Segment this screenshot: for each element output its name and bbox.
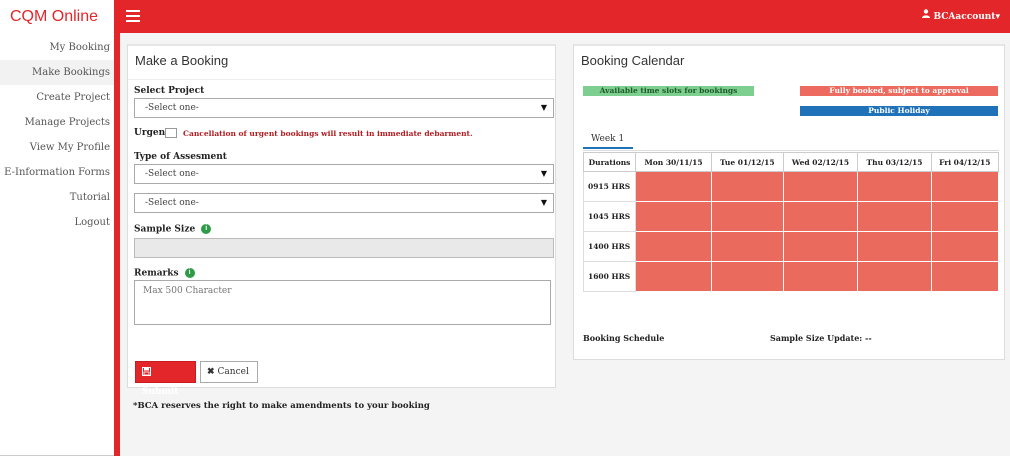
close-icon: ✖ xyxy=(207,367,215,377)
sidebar-item-tutorial[interactable]: Tutorial xyxy=(0,185,117,210)
project-select[interactable]: -Select one- ▼ xyxy=(134,98,554,118)
assessment-subtype-value: -Select one- xyxy=(145,198,199,208)
time-slot-cell[interactable] xyxy=(711,201,784,232)
time-slot-cell[interactable] xyxy=(930,261,1000,292)
time-slot-row: 1400 HRS xyxy=(583,231,1000,262)
brand-logo[interactable]: CQM Online xyxy=(0,0,117,33)
amendment-note: *BCA reserves the right to make amendmen… xyxy=(133,401,430,411)
calendar-title: Booking Calendar xyxy=(581,53,685,68)
remarks-label: Remarks i xyxy=(134,268,195,279)
cancel-button[interactable]: ✖ Cancel xyxy=(200,361,258,383)
time-label: 1400 HRS xyxy=(583,231,636,262)
time-slot-row: 1045 HRS xyxy=(583,201,1000,232)
assessment-type-select[interactable]: -Select one- ▼ xyxy=(134,164,554,184)
top-header: BCAaccount▾ xyxy=(114,0,1010,33)
tab-week-1[interactable]: Week 1 xyxy=(583,129,633,149)
caret-down-icon: ▼ xyxy=(540,198,547,207)
sample-size-input xyxy=(134,238,554,258)
legend-fully-booked: Fully booked, subject to approval xyxy=(800,86,998,96)
remarks-textarea[interactable] xyxy=(134,280,551,325)
menu-toggle-icon[interactable] xyxy=(126,10,140,22)
time-slot-cell[interactable] xyxy=(782,261,859,292)
project-select-value: -Select one- xyxy=(145,103,199,113)
booking-form-title: Make a Booking xyxy=(128,46,555,80)
account-label: BCAaccount xyxy=(933,12,996,22)
time-slot-cell[interactable] xyxy=(782,201,859,232)
tab-divider xyxy=(583,150,999,151)
urgent-checkbox[interactable] xyxy=(165,128,177,138)
time-slot-cell[interactable] xyxy=(711,171,784,202)
info-icon[interactable]: i xyxy=(184,268,195,278)
time-slot-cell[interactable] xyxy=(857,231,932,262)
caret-down-icon: ▼ xyxy=(540,103,547,112)
sidebar-item-make-bookings[interactable]: Make Bookings xyxy=(0,60,117,85)
account-menu[interactable]: BCAaccount▾ xyxy=(921,0,1000,33)
sidebar: CQM Online My Booking Make Bookings Crea… xyxy=(0,0,118,456)
time-slot-cell[interactable] xyxy=(930,231,1000,262)
remarks-label-text: Remarks xyxy=(134,268,179,279)
time-slot-cell[interactable] xyxy=(634,231,713,262)
time-label: 0915 HRS xyxy=(583,171,636,202)
info-icon[interactable]: i xyxy=(201,224,212,234)
caret-down-icon: ▼ xyxy=(540,169,547,178)
time-slot-cell[interactable] xyxy=(930,171,1000,202)
time-slot-cell[interactable] xyxy=(782,171,859,202)
time-slot-cell[interactable] xyxy=(930,201,1000,232)
time-slot-row: 0915 HRS xyxy=(583,171,1000,202)
column-header-day: Fri 04/12/15 xyxy=(930,152,1000,172)
sidebar-item-logout[interactable]: Logout xyxy=(0,210,117,235)
submit-label: Submit xyxy=(142,387,179,397)
user-icon xyxy=(921,0,930,33)
assessment-subtype-select[interactable]: -Select one- ▼ xyxy=(134,193,554,213)
sidebar-item-my-booking[interactable]: My Booking xyxy=(0,35,117,60)
booking-form-panel: Make a Booking Select Project -Select on… xyxy=(127,44,556,397)
chevron-down-icon: ▾ xyxy=(995,12,1000,22)
cancel-label: Cancel xyxy=(217,367,249,377)
time-slot-cell[interactable] xyxy=(782,231,859,262)
time-slot-cell[interactable] xyxy=(634,201,713,232)
time-slot-row: 1600 HRS xyxy=(583,261,1000,292)
column-header-durations: Durations xyxy=(583,152,636,172)
booking-calendar-panel: Booking Calendar Available time slots fo… xyxy=(573,44,1005,360)
sidebar-item-create-project[interactable]: Create Project xyxy=(0,85,117,110)
booking-schedule-label: Booking Schedule xyxy=(583,333,665,343)
sample-size-update-label: Sample Size Update: -- xyxy=(770,333,872,343)
sample-size-label: Sample Size i xyxy=(134,224,212,235)
sidebar-item-e-information-forms[interactable]: E-Information Forms xyxy=(0,160,117,185)
time-label: 1045 HRS xyxy=(583,201,636,232)
time-slot-cell[interactable] xyxy=(711,261,784,292)
time-slot-cell[interactable] xyxy=(634,171,713,202)
calendar-table: Durations Mon 30/11/15 Tue 01/12/15 Wed … xyxy=(583,152,1000,292)
column-header-day: Tue 01/12/15 xyxy=(711,152,784,172)
time-slot-cell[interactable] xyxy=(857,261,932,292)
calendar-header-row: Durations Mon 30/11/15 Tue 01/12/15 Wed … xyxy=(583,152,1000,172)
column-header-day: Mon 30/11/15 xyxy=(634,152,713,172)
time-slot-cell[interactable] xyxy=(857,201,932,232)
assessment-type-value: -Select one- xyxy=(145,169,199,179)
column-header-day: Wed 02/12/15 xyxy=(782,152,859,172)
time-slot-cell[interactable] xyxy=(634,261,713,292)
time-label: 1600 HRS xyxy=(583,261,636,292)
submit-button[interactable]: Submit xyxy=(135,361,196,397)
urgent-warning: Cancellation of urgent bookings will res… xyxy=(183,129,473,138)
sidebar-divider xyxy=(114,0,120,456)
sidebar-item-view-my-profile[interactable]: View My Profile xyxy=(0,135,117,160)
sidebar-item-manage-projects[interactable]: Manage Projects xyxy=(0,110,117,135)
assessment-type-label: Type of Assesment xyxy=(134,152,227,162)
legend-public-holiday: Public Holiday xyxy=(800,106,998,116)
time-slot-cell[interactable] xyxy=(711,231,784,262)
time-slot-cell[interactable] xyxy=(857,171,932,202)
legend-available: Available time slots for bookings xyxy=(583,86,754,96)
select-project-label: Select Project xyxy=(134,86,205,96)
save-icon xyxy=(142,367,151,376)
column-header-day: Thu 03/12/15 xyxy=(857,152,932,172)
sample-size-label-text: Sample Size xyxy=(134,224,196,235)
